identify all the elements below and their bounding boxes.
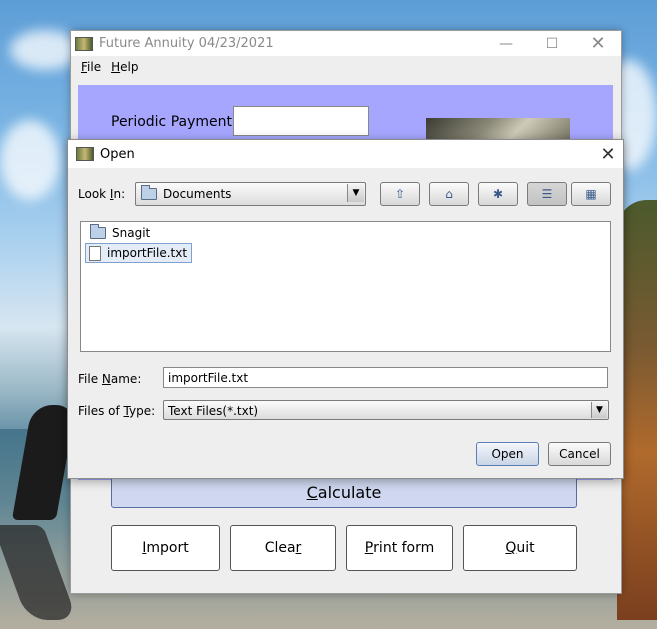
- look-in-value: Documents: [163, 187, 232, 201]
- calculate-label: alculate: [317, 482, 382, 502]
- dialog-app-icon: [76, 147, 94, 161]
- periodic-payment-label: Periodic Payment:: [111, 114, 237, 130]
- clear-button[interactable]: Clea r: [230, 525, 336, 571]
- clear-label: Clea: [264, 540, 296, 556]
- file-name-mnemonic: N: [101, 372, 111, 386]
- folder-icon: [141, 185, 157, 200]
- app-icon: [75, 36, 93, 51]
- menu-help-mnemonic: H: [111, 60, 121, 74]
- list-view-icon: ☰: [541, 187, 553, 201]
- print-form-button[interactable]: Print form: [346, 525, 453, 571]
- home-button[interactable]: ⌂: [429, 182, 469, 206]
- up-one-level-icon: ⇧: [394, 187, 406, 201]
- menubar: File Help: [71, 56, 621, 78]
- file-list[interactable]: Snagit importFile.txt: [80, 221, 611, 352]
- new-folder-button[interactable]: ✱: [478, 182, 518, 206]
- files-of-type-dropdown[interactable]: Text Files(*.txt) ▼: [163, 400, 609, 420]
- maximize-icon[interactable]: ☐: [529, 31, 575, 56]
- file-icon: [89, 245, 101, 261]
- quit-button[interactable]: Quit: [463, 525, 577, 571]
- look-in-dropdown[interactable]: Documents ▼: [135, 182, 366, 206]
- minimize-icon[interactable]: —: [483, 31, 529, 56]
- calculate-button[interactable]: Calculate: [111, 476, 577, 508]
- close-icon[interactable]: ✕: [575, 31, 621, 56]
- quit-label: uit: [516, 540, 535, 556]
- list-item[interactable]: importFile.txt: [85, 243, 193, 263]
- menu-file-label: ile: [87, 60, 102, 74]
- files-of-type-label-post: ype:: [129, 404, 156, 418]
- file-item-name: Snagit: [112, 226, 151, 240]
- file-item-name: importFile.txt: [107, 246, 188, 260]
- import-label: mport: [146, 540, 189, 556]
- files-of-type-label-pre: Files of: [78, 404, 124, 418]
- print-label: rint form: [373, 540, 435, 556]
- look-in-label: Look In:: [78, 187, 125, 201]
- app-titlebar[interactable]: Future Annuity 04/23/2021 — ☐ ✕: [71, 31, 621, 56]
- files-of-type-label: Files of Type:: [78, 404, 155, 418]
- open-dialog: Open ✕ Look In: Documents ▼ ⇧ ⌂ ✱ ☰ ▦ Sn…: [67, 139, 624, 479]
- chevron-down-icon[interactable]: ▼: [591, 402, 607, 418]
- file-name-label-pre: File: [78, 372, 102, 386]
- folder-icon: [90, 224, 106, 239]
- app-title: Future Annuity 04/23/2021: [99, 36, 274, 51]
- look-in-label-post: n:: [113, 187, 126, 201]
- import-button[interactable]: Import: [111, 525, 220, 571]
- details-view-button[interactable]: ▦: [571, 182, 611, 206]
- file-name-label-post: ame:: [110, 372, 142, 386]
- clear-mnemonic: r: [295, 540, 302, 556]
- file-name-input[interactable]: importFile.txt: [163, 367, 608, 388]
- up-one-level-button[interactable]: ⇧: [380, 182, 420, 206]
- chevron-down-icon[interactable]: ▼: [347, 184, 364, 202]
- cloud: [0, 120, 60, 200]
- print-mnemonic: P: [364, 540, 374, 556]
- look-in-label-pre: Look: [78, 187, 110, 201]
- home-icon: ⌂: [445, 187, 453, 201]
- cancel-button[interactable]: Cancel: [548, 442, 611, 466]
- close-icon[interactable]: ✕: [593, 144, 623, 165]
- calculate-mnemonic: C: [306, 482, 318, 502]
- new-folder-icon: ✱: [492, 187, 504, 201]
- open-button[interactable]: Open: [476, 442, 539, 466]
- dialog-title: Open: [100, 146, 135, 162]
- quit-mnemonic: Q: [505, 540, 517, 556]
- file-name-label: File Name:: [78, 372, 141, 386]
- dialog-titlebar[interactable]: Open ✕: [68, 140, 623, 168]
- files-of-type-value: Text Files(*.txt): [168, 404, 259, 418]
- menu-help-label: elp: [120, 60, 139, 74]
- menu-file[interactable]: File: [81, 60, 101, 74]
- list-item[interactable]: Snagit: [85, 224, 154, 242]
- list-view-button[interactable]: ☰: [527, 182, 567, 206]
- menu-help[interactable]: Help: [111, 60, 138, 74]
- details-view-icon: ▦: [585, 187, 597, 201]
- periodic-payment-input[interactable]: [233, 106, 369, 136]
